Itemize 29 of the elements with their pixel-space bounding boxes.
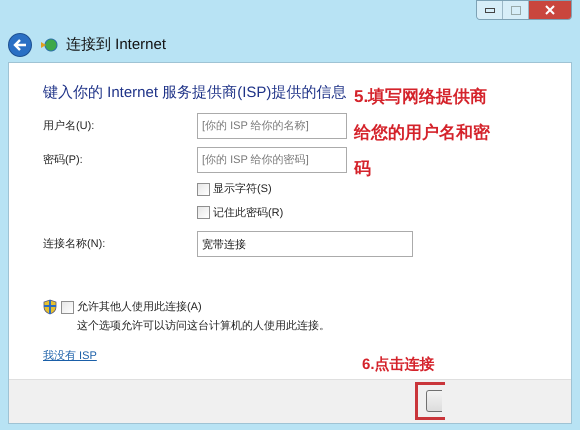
maximize-icon: [510, 6, 520, 14]
input-field[interactable]: 宽带连接: [197, 231, 413, 257]
annotation-text: 码: [354, 158, 372, 180]
no-isp-link[interactable]: 我没有 ISP: [43, 348, 97, 364]
annotation-text: 给您的用户名和密: [354, 122, 490, 144]
connect-button[interactable]: [426, 390, 442, 412]
minimize-icon: [484, 8, 494, 12]
shield-icon: [43, 299, 57, 315]
input-field[interactable]: [你的 ISP 给你的名称]: [197, 113, 347, 139]
annotation-text: 5.填写网络提供商: [354, 86, 488, 108]
minimize-button[interactable]: [477, 1, 503, 19]
checkbox-label: 记住此密码(R): [213, 206, 284, 220]
annotation-text: 6.点击连接: [362, 356, 435, 373]
field-label: 用户名(U):: [43, 118, 96, 134]
close-icon: [545, 5, 555, 15]
option-description: 这个选项允许可以访问这台计算机的人使用此连接。: [77, 318, 330, 334]
field-label: 连接名称(N):: [43, 236, 106, 252]
checkbox[interactable]: [61, 300, 74, 314]
checkbox-label: 显示字符(S): [213, 182, 272, 197]
checkbox[interactable]: [197, 182, 210, 196]
field-label: 密码(P):: [43, 152, 84, 168]
instruction-heading: 键入你的 Internet 服务提供商(ISP)提供的信息: [43, 83, 346, 103]
input-field[interactable]: [你的 ISP 给你的密码]: [197, 147, 347, 173]
checkbox[interactable]: [197, 206, 210, 220]
back-arrow-icon: [13, 39, 27, 51]
checkbox-label: 允许其他人使用此连接(A): [77, 300, 202, 315]
back-button[interactable]: [8, 33, 32, 57]
window-title: 连接到 Internet: [66, 34, 166, 55]
close-button[interactable]: [529, 1, 571, 19]
